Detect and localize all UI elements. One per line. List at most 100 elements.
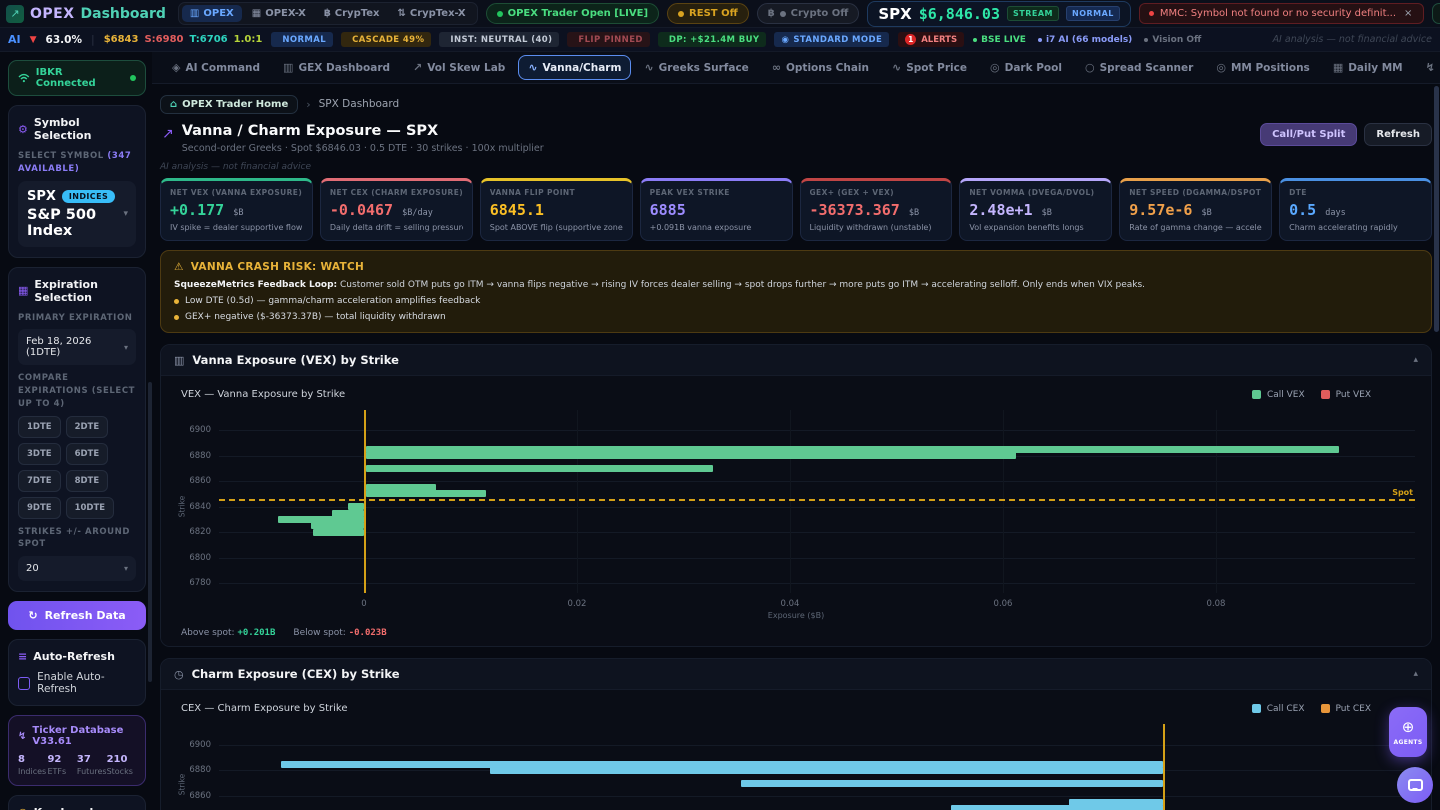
gridline [219,796,1415,797]
module-tab[interactable]: ∿ Vanna/Charm [518,55,631,80]
auto-refresh-title: Auto-Refresh [33,650,115,663]
vex-y-axis: Strike 6900688068606840682068006780 [173,410,219,593]
ibkr-connection-badge: IBKR Connected [8,60,146,96]
module-tab[interactable]: ◈ AI Command [162,55,270,80]
metric-value: -36373.367 $B [810,201,943,219]
status-badge: FLIP PINNED [567,32,649,47]
main-scrollbar[interactable] [1434,86,1439,332]
enable-auto-refresh-row[interactable]: Enable Auto-Refresh [18,671,136,695]
metric-desc: Rate of gamma change — acceleration risk [1129,223,1262,232]
crypto-toggle-badge[interactable]: ฿ Crypto Off [757,3,860,24]
chevron-down-icon: ▾ [124,564,128,573]
gridline [219,507,1415,508]
dte-chip[interactable]: 6DTE [66,443,109,465]
metric-unit: days [1325,208,1345,218]
module-tab[interactable]: ◎ MM Positions [1206,55,1319,80]
metric-card: NET CEX (CHARM EXPOSURE) -0.0467 $B/day … [320,178,473,241]
vex-chart-title: VEX — Vanna Exposure by Strike [173,389,345,400]
stat-label: Stocks [107,767,136,776]
platform-tab-label: CrypTex-X [410,8,466,19]
cex-section-title: Charm Exposure (CEX) by Strike [192,667,400,681]
refresh-data-button[interactable]: ↻ Refresh Data [8,601,146,630]
cex-chart-title: CEX — Charm Exposure by Strike [173,703,347,714]
dte-chip[interactable]: 3DTE [18,443,61,465]
primary-expiration-label: PRIMARY EXPIRATION [18,312,136,325]
chart-bar [490,767,1163,774]
platform-tab[interactable]: ▥ OPEX [182,5,242,22]
platform-tab[interactable]: ▦ OPEX-X [244,5,314,22]
dte-chip[interactable]: 2DTE [66,416,109,438]
module-tab-label: Spot Price [906,62,967,74]
module-tab[interactable]: ◎ Dark Pool [980,55,1072,80]
module-tab-icon: ∿ [644,61,653,74]
alerts-badge[interactable]: 1 ALERTS [898,32,964,47]
close-icon[interactable]: × [1402,8,1414,19]
platform-tab-label: OPEX [203,8,233,19]
collapse-chevron-icon[interactable]: ▴ [1413,669,1418,679]
refresh-button[interactable]: Refresh [1364,123,1432,146]
badge-label: STANDARD MODE [793,35,882,45]
gridline [1216,410,1217,593]
platform-tab[interactable]: ฿ CrypTex [316,5,388,22]
module-tabs: ◈ AI Command ▥ GEX Dashboard ↗ Vol Skew … [162,55,1440,80]
home-icon: ⌂ [170,99,177,110]
primary-expiration-select[interactable]: Feb 18, 2026 (1DTE) ▾ [18,329,136,365]
agents-button[interactable]: ⊕ AGENTS [1389,707,1427,757]
alert-count: 1 [905,34,916,45]
auto-refresh-checkbox[interactable] [18,677,30,690]
logo-text-dashboard: Dashboard [81,6,166,22]
symbol-selection-title: Symbol Selection [34,116,136,142]
call-put-split-button[interactable]: Call/Put Split [1260,123,1357,146]
module-tab-bar: ◈ AI Command ▥ GEX Dashboard ↗ Vol Skew … [152,52,1440,84]
platform-tab-icon: ⇅ [397,8,405,19]
platform-tab-icon: ▦ [252,8,261,19]
page-title: Vanna / Charm Exposure — SPX [182,123,544,139]
chart-bar [366,452,1017,459]
symbol-dropdown[interactable]: SPX INDICES S&P 500 Index ▾ [18,181,136,247]
chart-bar [366,465,713,472]
legend-item: Put CEX [1321,704,1372,714]
bitcoin-icon: ฿ [768,8,775,19]
mmc-error-toast: MMC: Symbol not found or no security def… [1139,3,1425,24]
module-tab[interactable]: ▥ GEX Dashboard [273,55,400,80]
module-tab[interactable]: ↯ Intraday MM [1416,55,1440,80]
home-button[interactable]: ⌂ Home [1432,3,1440,24]
status-badges: NORMAL CASCADE 49% INST: NEUTRAL (40) FL… [271,32,889,47]
page-subtitle: Second-order Greeks · Spot $6846.03 · 0.… [182,143,544,154]
dte-chip-group: 1DTE 2DTE 3DTE 6DTE 7DTE 8DTE 9DTE 10DTE [18,416,136,519]
platform-tab[interactable]: ⇅ CrypTex-X [389,5,473,22]
dte-chip[interactable]: 9DTE [18,497,61,519]
module-tab-icon: ↗ [413,61,422,74]
status-badge: DP: +$21.4M BUY [658,32,767,47]
module-tab[interactable]: ▦ Daily MM [1323,55,1413,80]
level-value: S:6980 [144,34,183,45]
collapse-chevron-icon[interactable]: ▴ [1413,355,1418,365]
cex-plot [219,724,1415,810]
module-tab[interactable]: ∿ Spot Price [882,55,977,80]
metric-label: NET SPEED (DGAMMA/DSPOT) [1129,188,1262,197]
legend-label: Call CEX [1267,704,1305,714]
dte-chip[interactable]: 1DTE [18,416,61,438]
vex-section: ▥ Vanna Exposure (VEX) by Strike ▴ VEX —… [160,344,1432,647]
sliders-icon: ≡ [18,650,27,663]
rest-toggle-badge[interactable]: REST Off [667,3,749,24]
dte-chip[interactable]: 7DTE [18,470,61,492]
module-tab[interactable]: ∿ Greeks Surface [634,55,758,80]
warning-bullet: GEX+ negative ($-36373.37B) — total liqu… [174,312,1418,322]
chat-button[interactable] [1397,767,1433,803]
breadcrumb-home-button[interactable]: ⌂ OPEX Trader Home [160,95,298,114]
dte-chip[interactable]: 8DTE [66,470,109,492]
module-tab[interactable]: ∞ Options Chain [762,55,879,80]
vex-section-title: Vanna Exposure (VEX) by Strike [192,353,398,367]
connection-label: IBKR Connected [36,67,124,89]
dte-chip[interactable]: 10DTE [66,497,115,519]
module-tab[interactable]: ↗ Vol Skew Lab [403,55,515,80]
page-content: ⌂ OPEX Trader Home › SPX Dashboard ↗ Van… [152,93,1440,810]
bar-chart-icon: ▥ [174,354,184,367]
strikes-select[interactable]: 20 ▾ [18,556,136,581]
strikes-label: STRIKES +/- AROUND SPOT [18,526,136,552]
zero-line [1163,724,1165,810]
badge-label: CASCADE 49% [352,35,424,45]
trader-status-label: OPEX Trader Open [LIVE] [508,8,648,19]
module-tab[interactable]: ○ Spread Scanner [1075,55,1203,80]
